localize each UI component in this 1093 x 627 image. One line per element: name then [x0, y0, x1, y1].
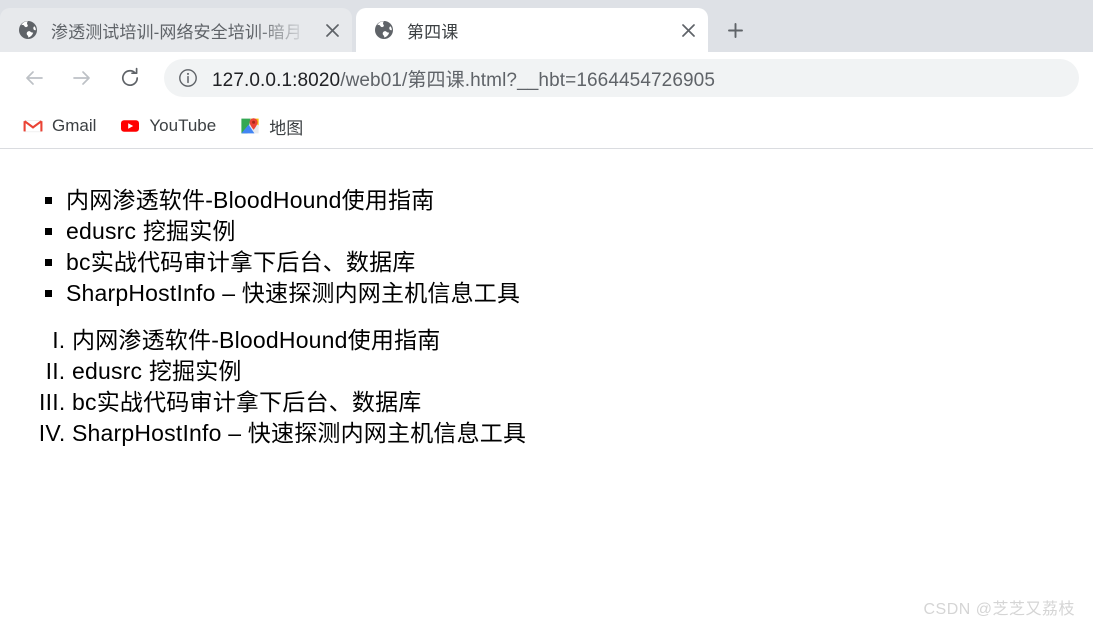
bookmark-label: 地图	[269, 118, 304, 138]
page-content: 内网渗透软件-BloodHound使用指南 edusrc 挖掘实例 bc实战代码…	[0, 149, 1093, 627]
tab-penetration-training[interactable]: 渗透测试培训-网络安全培训-暗月	[0, 8, 352, 52]
close-icon[interactable]	[320, 18, 344, 42]
bookmark-label: Gmail	[52, 116, 97, 135]
list-item: SharpHostInfo – 快速探测内网主机信息工具	[66, 278, 1093, 309]
list-item: edusrc 挖掘实例	[72, 356, 1093, 387]
youtube-icon	[120, 116, 140, 136]
ordered-list: 内网渗透软件-BloodHound使用指南 edusrc 挖掘实例 bc实战代码…	[0, 325, 1093, 449]
forward-button[interactable]	[62, 58, 102, 98]
bookmark-label: YouTube	[149, 116, 217, 135]
back-arrow-icon	[26, 71, 43, 85]
list-item: bc实战代码审计拿下后台、数据库	[66, 247, 1093, 278]
back-button[interactable]	[14, 58, 54, 98]
bookmark-maps[interactable]: 地图	[231, 111, 312, 141]
new-tab-button[interactable]	[718, 13, 752, 47]
gmail-icon	[23, 116, 43, 136]
url-text: 127.0.0.1:8020/web01/第四课.html?__hbt=1664…	[212, 65, 715, 92]
bookmarks-bar: Gmail YouTube 地图	[0, 104, 1093, 149]
browser-window: 渗透测试培训-网络安全培训-暗月 第四课 127.0.0.1:8020/web0…	[0, 0, 1093, 627]
address-bar[interactable]: 127.0.0.1:8020/web01/第四课.html?__hbt=1664…	[164, 59, 1079, 97]
unordered-list: 内网渗透软件-BloodHound使用指南 edusrc 挖掘实例 bc实战代码…	[0, 185, 1093, 309]
plus-icon	[727, 22, 743, 38]
reload-button[interactable]	[110, 58, 150, 98]
url-path: /web01/第四课.html?__hbt=1664454726905	[340, 69, 715, 91]
list-item: SharpHostInfo – 快速探测内网主机信息工具	[72, 418, 1093, 449]
close-icon[interactable]	[676, 18, 700, 42]
bookmark-gmail[interactable]: Gmail	[14, 111, 105, 141]
forward-arrow-icon	[73, 71, 90, 85]
globe-icon	[374, 20, 394, 40]
list-item: 内网渗透软件-BloodHound使用指南	[66, 185, 1093, 216]
tab-strip: 渗透测试培训-网络安全培训-暗月 第四课	[0, 0, 1093, 52]
info-circle-icon[interactable]	[178, 68, 198, 88]
browser-toolbar: 127.0.0.1:8020/web01/第四课.html?__hbt=1664…	[0, 52, 1093, 104]
globe-icon	[18, 20, 38, 40]
list-item: bc实战代码审计拿下后台、数据库	[72, 387, 1093, 418]
google-maps-icon	[240, 116, 260, 136]
tab-title: 第四课	[407, 22, 459, 42]
tab-lesson-four[interactable]: 第四课	[356, 8, 708, 52]
url-host: 127.0.0.1:8020	[212, 69, 341, 91]
list-item: 内网渗透软件-BloodHound使用指南	[72, 325, 1093, 356]
tab-title: 渗透测试培训-网络安全培训-暗月	[51, 22, 302, 42]
list-item: edusrc 挖掘实例	[66, 216, 1093, 247]
csdn-watermark: CSDN @芝芝又荔枝	[923, 601, 1075, 618]
bookmark-youtube[interactable]: YouTube	[111, 111, 225, 141]
reload-icon	[121, 67, 139, 87]
